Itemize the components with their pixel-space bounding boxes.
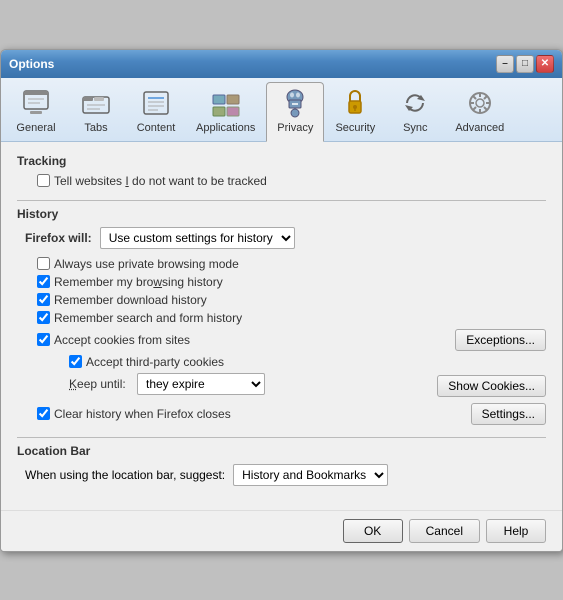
history-dropdown[interactable]: Use custom settings for history Remember…	[100, 227, 295, 249]
tabs-icon	[80, 87, 112, 119]
accept-cookies-row: Accept cookies from sites Exceptions...	[17, 329, 546, 351]
when-using-label: When using the location bar, suggest:	[25, 468, 225, 482]
third-party-cookies-row: Accept third-party cookies	[17, 355, 546, 369]
keep-until-label: Keep until:	[69, 377, 129, 391]
keep-until-row: Keep until: they expire I close Firefox …	[17, 373, 546, 399]
browsing-history-label: Remember my browsing history	[54, 275, 223, 289]
browsing-history-checkbox[interactable]	[37, 275, 50, 288]
advanced-icon	[464, 87, 496, 119]
tab-applications-label: Applications	[196, 122, 255, 134]
underline-w: w	[153, 275, 162, 289]
privacy-icon	[279, 87, 311, 119]
clear-history-row: Clear history when Firefox closes Settin…	[17, 403, 546, 425]
maximize-button[interactable]: □	[516, 55, 534, 73]
tab-applications[interactable]: Applications	[187, 82, 264, 141]
help-button[interactable]: Help	[486, 519, 546, 543]
underline-i: I	[125, 174, 128, 188]
minimize-button[interactable]: –	[496, 55, 514, 73]
tab-tabs[interactable]: Tabs	[67, 82, 125, 141]
history-label: History	[17, 207, 546, 221]
private-mode-checkbox[interactable]	[37, 257, 50, 270]
do-not-track-row: Tell websites I do not want to be tracke…	[17, 174, 546, 188]
third-party-cookies-label: Accept third-party cookies	[86, 355, 224, 369]
private-mode-row: Always use private browsing mode	[17, 257, 546, 271]
download-history-checkbox[interactable]	[37, 293, 50, 306]
tab-content-label: Content	[137, 122, 176, 134]
exceptions-button[interactable]: Exceptions...	[455, 329, 546, 351]
underline-k: K	[69, 377, 77, 391]
browsing-history-row: Remember my browsing history	[17, 275, 546, 289]
general-icon	[20, 87, 52, 119]
window-title: Options	[9, 57, 54, 71]
accept-cookies-checkbox[interactable]	[37, 333, 50, 346]
show-cookies-button[interactable]: Show Cookies...	[437, 375, 546, 397]
tab-sync-label: Sync	[403, 122, 427, 134]
tracking-section: Tracking Tell websites I do not want to …	[17, 154, 546, 188]
search-form-checkbox[interactable]	[37, 311, 50, 324]
settings-button[interactable]: Settings...	[471, 403, 546, 425]
button-bar: OK Cancel Help	[1, 510, 562, 551]
applications-icon	[210, 87, 242, 119]
tab-sync[interactable]: Sync	[386, 82, 444, 141]
options-window: Options – □ ✕ General	[0, 49, 563, 552]
download-history-row: Remember download history	[17, 293, 546, 307]
title-bar: Options – □ ✕	[1, 50, 562, 78]
content-area: Tracking Tell websites I do not want to …	[1, 142, 562, 510]
tab-privacy[interactable]: Privacy	[266, 82, 324, 142]
close-button[interactable]: ✕	[536, 55, 554, 73]
search-form-row: Remember search and form history	[17, 311, 546, 325]
keep-until-dropdown[interactable]: they expire I close Firefox ask me every…	[137, 373, 265, 395]
accept-cookies-content: Accept cookies from sites	[17, 333, 455, 347]
divider-2	[17, 437, 546, 438]
tab-content[interactable]: Content	[127, 82, 185, 141]
window-controls: – □ ✕	[496, 55, 554, 73]
tab-general[interactable]: General	[7, 82, 65, 141]
download-history-label: Remember download history	[54, 293, 207, 307]
content-icon	[140, 87, 172, 119]
tab-advanced[interactable]: Advanced	[446, 82, 513, 141]
third-party-cookies-checkbox[interactable]	[69, 355, 82, 368]
clear-history-label: Clear history when Firefox closes	[54, 407, 231, 421]
tab-security-label: Security	[335, 122, 375, 134]
ok-button[interactable]: OK	[343, 519, 403, 543]
location-bar-dropdown[interactable]: History and Bookmarks History Bookmarks …	[233, 464, 388, 486]
tab-advanced-label: Advanced	[455, 122, 504, 134]
history-section: History Firefox will: Use custom setting…	[17, 207, 546, 425]
cancel-button[interactable]: Cancel	[409, 519, 480, 543]
security-icon	[339, 87, 371, 119]
location-bar-row: When using the location bar, suggest: Hi…	[17, 464, 546, 486]
tab-general-label: General	[16, 122, 55, 134]
tab-security[interactable]: Security	[326, 82, 384, 141]
divider-1	[17, 200, 546, 201]
location-bar-label: Location Bar	[17, 444, 546, 458]
firefox-will-label: Firefox will:	[25, 231, 92, 245]
sync-icon	[399, 87, 431, 119]
tab-privacy-label: Privacy	[277, 122, 313, 134]
search-form-label: Remember search and form history	[54, 311, 242, 325]
tab-tabs-label: Tabs	[84, 122, 107, 134]
firefox-will-row: Firefox will: Use custom settings for hi…	[17, 227, 546, 249]
tracking-label: Tracking	[17, 154, 546, 168]
clear-history-checkbox[interactable]	[37, 407, 50, 420]
tab-bar: General Tabs	[1, 78, 562, 142]
do-not-track-label: Tell websites I do not want to be tracke…	[54, 174, 267, 188]
accept-cookies-label: Accept cookies from sites	[54, 333, 190, 347]
location-bar-section: Location Bar When using the location bar…	[17, 444, 546, 486]
do-not-track-checkbox[interactable]	[37, 174, 50, 187]
private-mode-label: Always use private browsing mode	[54, 257, 239, 271]
